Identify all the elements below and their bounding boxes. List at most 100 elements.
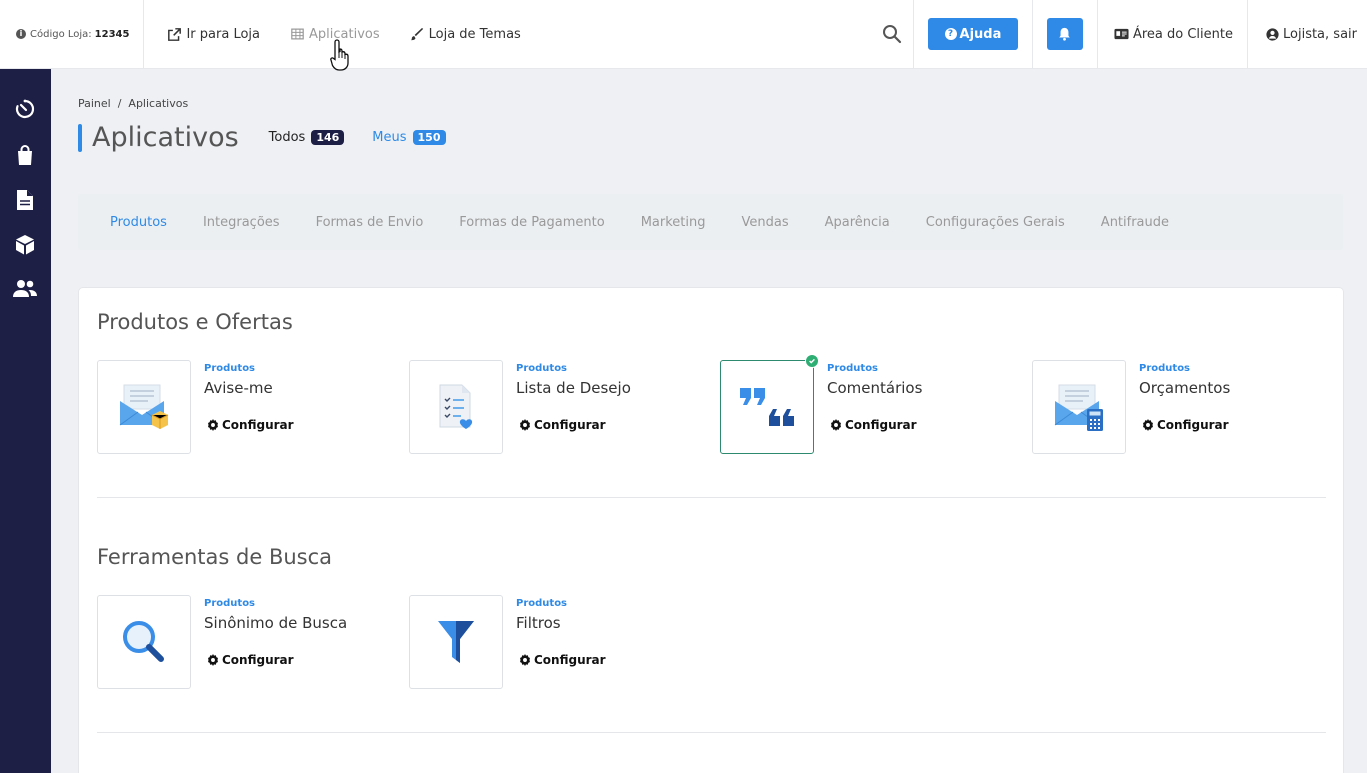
app-name: Orçamentos <box>1139 379 1231 397</box>
section-title: Produtos e Ofertas <box>97 310 293 334</box>
question-icon: ? <box>944 28 957 40</box>
app-card: Produtos Comentários Configurar <box>720 354 1010 454</box>
funnel-icon <box>438 621 474 663</box>
filter-mine-label: Meus <box>372 130 407 145</box>
configure-label: Configurar <box>845 418 917 432</box>
breadcrumb: Painel / Aplicativos <box>78 97 189 110</box>
tab-integrations[interactable]: Integrações <box>203 215 280 230</box>
filter-all[interactable]: Todos 146 <box>269 130 345 145</box>
configure-button[interactable]: Configurar <box>519 418 606 432</box>
app-card: Produtos Filtros Configurar <box>409 595 699 689</box>
configure-label: Configurar <box>534 418 606 432</box>
app-card: Produtos Sinônimo de Busca Configurar <box>97 595 387 689</box>
quote-icon <box>740 388 794 426</box>
tab-appearance[interactable]: Aparência <box>825 215 890 230</box>
section-divider <box>97 732 1326 733</box>
theme-store-link[interactable]: Loja de Temas <box>410 26 521 42</box>
configure-button[interactable]: Configurar <box>207 418 294 432</box>
filter-all-label: Todos <box>268 130 306 145</box>
tab-products[interactable]: Produtos <box>110 215 167 230</box>
app-name: Lista de Desejo <box>516 379 631 397</box>
filter-all-count: 146 <box>311 130 345 145</box>
dashboard-icon <box>15 99 35 119</box>
grid-icon <box>291 28 304 40</box>
configure-label: Configurar <box>222 653 294 667</box>
app-card: Produtos Lista de Desejo Configurar <box>409 360 699 454</box>
app-thumbnail[interactable] <box>409 360 503 454</box>
box-icon <box>16 235 34 255</box>
app-name: Filtros <box>516 614 561 632</box>
tab-shipping[interactable]: Formas de Envio <box>316 215 424 230</box>
app-card: Produtos Orçamentos Configurar <box>1032 360 1322 454</box>
sidebar-item-dashboard[interactable] <box>13 97 37 121</box>
store-code: i Código Loja: 12345 <box>0 0 145 69</box>
section-title: Ferramentas de Busca <box>97 545 333 569</box>
configure-button[interactable]: Configurar <box>207 653 294 667</box>
client-area-label: Área do Cliente <box>1132 26 1233 42</box>
envelope-calculator-icon <box>1054 384 1103 431</box>
app-card: Produtos Avise-me Configurar <box>97 360 387 454</box>
app-name: Avise-me <box>204 379 273 397</box>
id-card-icon <box>1114 28 1129 40</box>
tab-general-settings[interactable]: Configurações Gerais <box>926 215 1065 230</box>
title-row: Aplicativos Todos 146 Meus 150 <box>78 122 474 153</box>
configure-button[interactable]: Configurar <box>1142 418 1229 432</box>
tab-marketing[interactable]: Marketing <box>641 215 706 230</box>
app-name: Comentários <box>827 379 923 397</box>
app-thumbnail[interactable] <box>409 595 503 689</box>
tab-payment[interactable]: Formas de Pagamento <box>459 215 604 230</box>
notifications-button[interactable] <box>1046 18 1083 50</box>
title-accent-bar <box>78 123 82 152</box>
go-to-store-link[interactable]: Ir para Loja <box>168 27 260 42</box>
user-circle-icon <box>1266 27 1279 41</box>
app-thumbnail[interactable] <box>97 595 191 689</box>
external-link-icon <box>168 27 182 41</box>
app-category: Produtos <box>516 363 568 374</box>
sidebar-item-customers[interactable] <box>13 277 37 301</box>
gear-icon <box>1143 419 1153 431</box>
help-button[interactable]: ? Ajuda <box>927 18 1018 50</box>
sidebar <box>0 69 51 773</box>
filter-mine-count: 150 <box>412 130 446 145</box>
tab-sales[interactable]: Vendas <box>741 215 788 230</box>
logout-link[interactable]: Lojista, sair <box>1248 0 1367 69</box>
document-icon <box>17 190 33 210</box>
app-category: Produtos <box>204 598 256 609</box>
app-category: Produtos <box>1139 363 1191 374</box>
theme-store-label: Loja de Temas <box>428 26 521 42</box>
configure-button[interactable]: Configurar <box>830 418 917 432</box>
envelope-box-icon <box>119 384 169 429</box>
gear-icon <box>208 419 218 431</box>
sidebar-item-orders[interactable] <box>13 143 37 167</box>
brush-icon <box>410 27 423 40</box>
tab-antifraud[interactable]: Antifraude <box>1101 215 1169 230</box>
bell-icon <box>1059 27 1071 41</box>
app-name: Sinônimo de Busca <box>204 614 348 632</box>
gear-icon <box>831 419 841 431</box>
app-thumbnail[interactable] <box>720 354 819 454</box>
sidebar-item-pages[interactable] <box>13 188 37 212</box>
app-category: Produtos <box>204 363 256 374</box>
filter-mine[interactable]: Meus 150 <box>372 130 446 145</box>
gear-icon <box>520 419 530 431</box>
bag-icon <box>18 145 32 165</box>
search-button[interactable] <box>872 0 914 69</box>
go-to-store-label: Ir para Loja <box>186 26 260 42</box>
configure-button[interactable]: Configurar <box>519 653 606 667</box>
page-title: Aplicativos <box>92 122 239 153</box>
hand-cursor-icon <box>330 39 349 71</box>
client-area-link[interactable]: Área do Cliente <box>1098 0 1247 69</box>
sidebar-item-products[interactable] <box>13 233 37 257</box>
category-tabs: Produtos Integrações Formas de Envio For… <box>78 194 1343 250</box>
divider <box>1031 0 1033 69</box>
users-icon <box>13 280 37 297</box>
magnifier-icon <box>123 621 164 662</box>
app-thumbnail[interactable] <box>97 360 191 454</box>
top-bar: i Código Loja: 12345 Ir para Loja Aplica… <box>0 0 1367 69</box>
configure-label: Configurar <box>1157 418 1229 432</box>
app-category: Produtos <box>827 363 879 374</box>
app-thumbnail[interactable] <box>1032 360 1126 454</box>
apps-panel: Produtos e Ofertas Produtos Avise-me Con… <box>78 287 1344 773</box>
info-icon: i <box>16 29 26 39</box>
search-icon <box>883 25 902 44</box>
